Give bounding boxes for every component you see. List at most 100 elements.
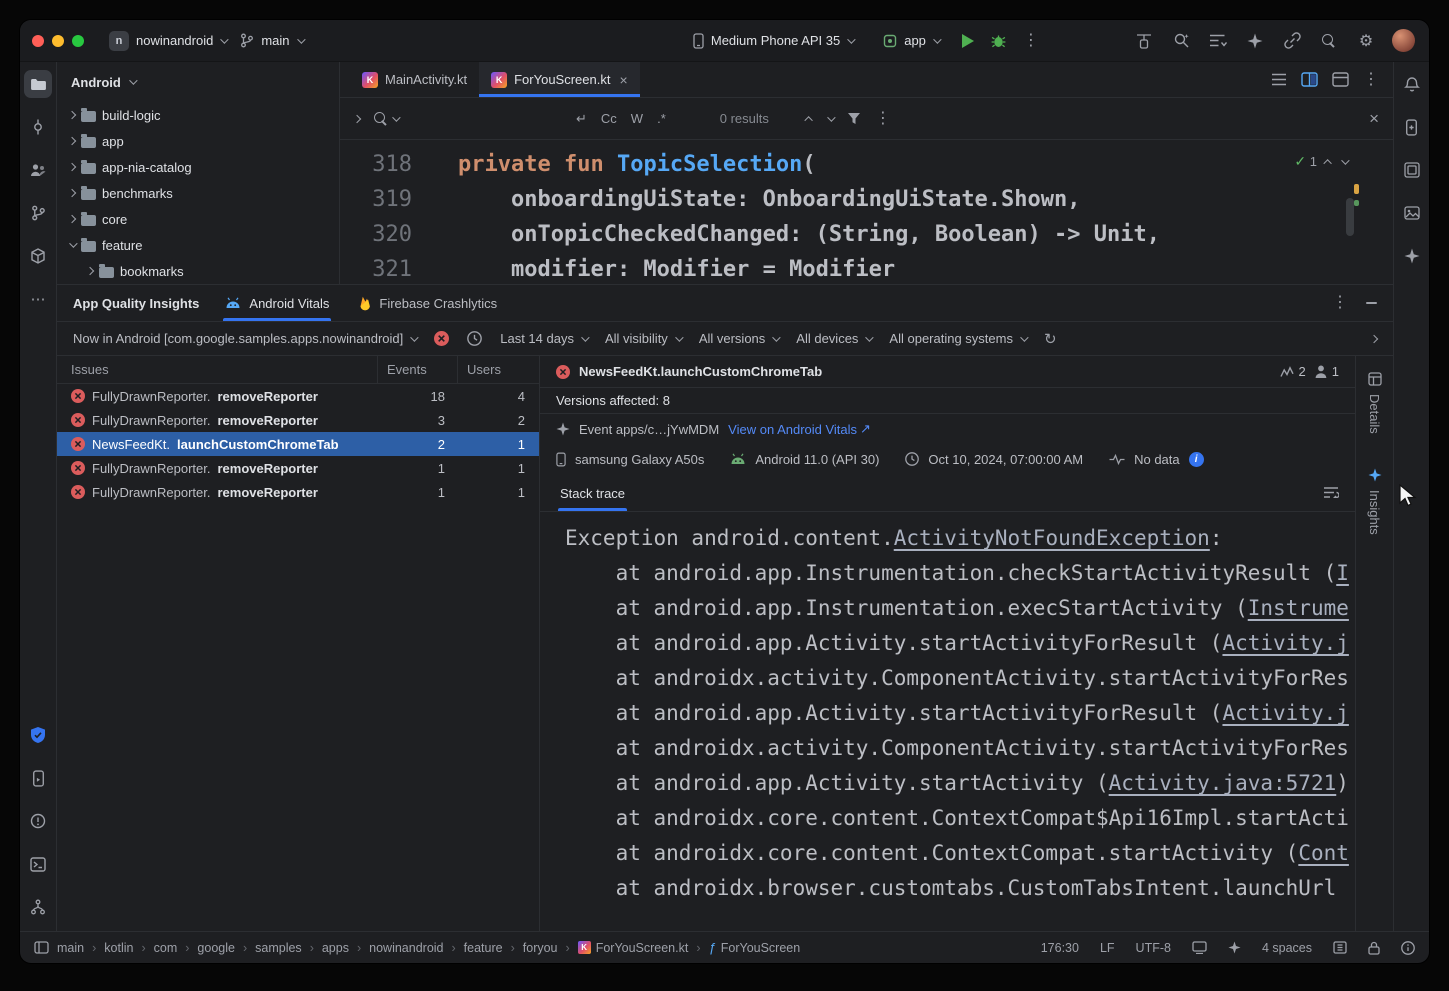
whole-words-toggle[interactable]: W	[631, 111, 643, 126]
breadcrumb-item[interactable]: foryou	[523, 941, 558, 955]
breadcrumb-item[interactable]: samples	[255, 941, 302, 955]
project-tree-item[interactable]: app-nia-catalog	[57, 154, 339, 180]
next-occurrence-icon[interactable]	[827, 113, 835, 121]
regex-toggle[interactable]: .*	[657, 111, 666, 126]
stack-link[interactable]: Activity.j	[1222, 631, 1348, 655]
issue-row[interactable]: FullyDrawnReporter.removeReporter 1 1	[57, 456, 539, 480]
device-explorer-button[interactable]	[1398, 113, 1426, 141]
breadcrumb-item[interactable]: feature	[464, 941, 503, 955]
editor-tab[interactable]: K ForYouScreen.kt ×	[479, 62, 640, 97]
device-selector[interactable]: Medium Phone API 35	[686, 29, 860, 53]
column-events[interactable]: Events	[377, 356, 457, 383]
project-tool-button[interactable]	[24, 70, 52, 98]
gemini-tool-button[interactable]	[1398, 242, 1426, 270]
stack-link[interactable]: Cont	[1298, 841, 1349, 865]
more-editor-actions-icon[interactable]: ⋮	[1363, 72, 1379, 88]
column-issues[interactable]: Issues	[57, 362, 377, 377]
project-tree-item[interactable]: benchmarks	[57, 180, 339, 206]
app-quality-insights-tool-button[interactable]	[24, 721, 52, 749]
minimize-window-button[interactable]	[52, 35, 64, 47]
newline-toggle-icon[interactable]: ↵	[576, 111, 587, 127]
tab-details[interactable]: Details	[1367, 372, 1382, 434]
line-separator[interactable]: LF	[1100, 941, 1115, 955]
project-tree-item[interactable]: core	[57, 206, 339, 232]
aqi-tab-android-vitals[interactable]: Android Vitals	[225, 285, 329, 321]
resource-manager-button[interactable]	[1398, 199, 1426, 227]
ai-status-icon[interactable]	[1228, 941, 1241, 954]
tab-stack-trace[interactable]: Stack trace	[560, 486, 625, 511]
device-manager-tool-button[interactable]	[24, 764, 52, 792]
breadcrumb-item[interactable]: KForYouScreen.kt	[578, 941, 689, 955]
project-view-selector[interactable]: Android	[57, 62, 339, 102]
chevron-right-icon[interactable]	[68, 189, 76, 197]
editor-scrollbar[interactable]	[1346, 198, 1354, 236]
editor-layout-icon[interactable]	[1332, 72, 1349, 87]
tab-insights[interactable]: Insights	[1367, 468, 1382, 535]
column-selection-icon[interactable]	[1333, 941, 1347, 954]
soft-wrap-icon[interactable]	[1323, 485, 1339, 511]
stack-link[interactable]: Activity.java:5721	[1109, 771, 1337, 795]
inspections-widget[interactable]: ✓ 1	[1294, 144, 1347, 179]
issue-row[interactable]: FullyDrawnReporter.removeReporter 3 2	[57, 408, 539, 432]
issue-row[interactable]: NewsFeedKt.launchCustomChromeTab 2 1	[57, 432, 539, 456]
issue-row[interactable]: FullyDrawnReporter.removeReporter 18 4	[57, 384, 539, 408]
project-tree-item[interactable]: build-logic	[57, 102, 339, 128]
list-icon[interactable]	[1271, 73, 1287, 86]
breadcrumb-item[interactable]: ƒForYouScreen	[709, 940, 801, 955]
tool-window-layout-icon[interactable]	[34, 941, 49, 954]
stack-link[interactable]: Instrume	[1248, 596, 1349, 620]
previous-occurrence-icon[interactable]	[804, 116, 812, 124]
scroll-filters-icon[interactable]	[1370, 334, 1378, 342]
refresh-icon[interactable]: ↻	[1044, 330, 1057, 348]
commit-tool-button[interactable]	[24, 113, 52, 141]
previous-problem-icon[interactable]	[1323, 159, 1331, 167]
chevron-right-icon[interactable]	[68, 137, 76, 145]
ai-search-icon[interactable]	[1170, 30, 1192, 52]
more-run-actions-icon[interactable]: ⋮	[1023, 33, 1039, 49]
filter-dropdown[interactable]: All operating systems	[889, 331, 1026, 346]
version-control-tool-button[interactable]	[24, 893, 52, 921]
chevron-right-icon[interactable]	[86, 267, 94, 275]
filter-dropdown[interactable]: All versions	[699, 331, 778, 346]
filter-dropdown[interactable]: All devices	[796, 331, 871, 346]
stack-link[interactable]: ActivityNotFoundException	[894, 526, 1210, 550]
anr-severity-icon[interactable]	[467, 331, 482, 346]
stack-trace[interactable]: Exception android.content.ActivityNotFou…	[540, 512, 1355, 931]
issue-row[interactable]: FullyDrawnReporter.removeReporter 1 1	[57, 480, 539, 504]
breadcrumb-item[interactable]: google	[197, 941, 235, 955]
terminal-tool-button[interactable]	[24, 850, 52, 878]
file-encoding[interactable]: UTF-8	[1136, 941, 1171, 955]
close-search-icon[interactable]: ×	[1369, 109, 1379, 129]
chevron-right-icon[interactable]	[68, 111, 76, 119]
pull-requests-tool-button[interactable]	[24, 156, 52, 184]
app-id-filter[interactable]: Now in Android [com.google.samples.apps.…	[73, 331, 416, 346]
run-configuration-selector[interactable]: app	[876, 29, 946, 52]
filter-dropdown[interactable]: Last 14 days	[500, 331, 587, 346]
match-case-toggle[interactable]: Cc	[601, 111, 617, 126]
aqi-tab-firebase-crashlytics[interactable]: Firebase Crashlytics	[359, 285, 497, 321]
fatal-severity-icon[interactable]	[434, 331, 449, 346]
breadcrumb-item[interactable]: nowinandroid	[369, 941, 443, 955]
indent-setting[interactable]: 4 spaces	[1262, 941, 1312, 955]
user-avatar[interactable]	[1392, 29, 1415, 52]
chevron-right-icon[interactable]	[68, 215, 76, 223]
more-tools-button[interactable]: ⋯	[24, 285, 52, 313]
close-window-button[interactable]	[32, 35, 44, 47]
run-button[interactable]	[962, 34, 974, 48]
more-search-options-icon[interactable]: ⋮	[875, 111, 891, 127]
gemini-icon[interactable]	[1244, 30, 1266, 52]
close-tab-icon[interactable]: ×	[619, 72, 627, 88]
build-tool-button[interactable]	[24, 242, 52, 270]
search-input[interactable]	[412, 111, 562, 126]
device-streaming-icon[interactable]	[1133, 30, 1155, 52]
reader-mode-icon[interactable]	[1192, 941, 1207, 954]
debug-button[interactable]	[990, 32, 1007, 49]
problems-tool-button[interactable]	[24, 807, 52, 835]
notifications-button[interactable]	[1398, 70, 1426, 98]
settings-icon[interactable]: ⚙	[1355, 30, 1377, 52]
code-editor[interactable]: 318private fun TopicSelection( 319 onboa…	[340, 140, 1393, 284]
expand-search-icon[interactable]	[353, 114, 361, 122]
search-everywhere-icon[interactable]	[1318, 30, 1340, 52]
lock-icon[interactable]	[1368, 941, 1380, 955]
stack-link[interactable]: Activity.j	[1222, 701, 1348, 725]
